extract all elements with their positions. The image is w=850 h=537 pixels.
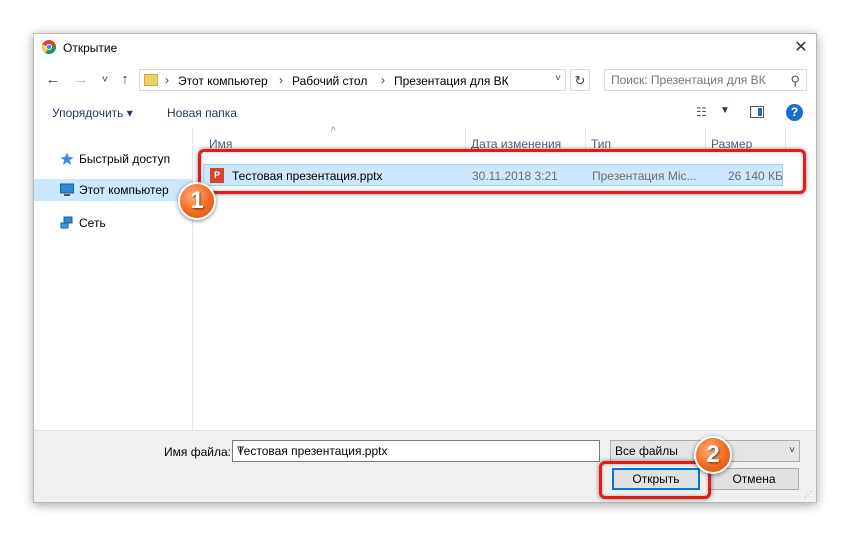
resize-grip-icon[interactable]: ⋰ [804,490,814,500]
chrome-icon [42,40,56,54]
view-options-icon[interactable]: ☷ [696,105,712,119]
star-icon [60,152,74,165]
sidebar-item-label: Этот компьютер [79,183,169,197]
search-box[interactable]: ⚲ [604,69,807,91]
breadcrumb-presentation-folder[interactable]: Презентация для ВК [394,74,509,88]
highlight-file-row [198,149,806,194]
folder-icon [144,74,158,86]
chevron-right-icon: › [165,73,169,87]
chevron-down-icon[interactable]: ˅ [789,445,795,456]
open-file-dialog: Открытие ✕ ← → ˅ ↑ › Этот компьютер › Ра… [33,33,817,503]
sidebar-item-network[interactable]: Сеть [34,212,192,234]
step-1-badge: 1 [178,182,216,220]
preview-pane-icon[interactable] [750,106,764,118]
sidebar-item-quick-access[interactable]: Быстрый доступ [34,148,192,170]
address-bar[interactable]: › Этот компьютер › Рабочий стол › Презен… [139,69,566,91]
recent-locations-icon[interactable]: ˅ [96,70,114,90]
search-input[interactable] [611,72,781,88]
chevron-right-icon: › [279,73,283,87]
chevron-right-icon: › [381,73,385,87]
highlight-open-button [599,461,711,499]
organize-button[interactable]: Упорядочить ▾ [52,106,133,120]
forward-icon[interactable]: → [72,70,90,90]
sidebar-item-this-pc[interactable]: Этот компьютер [34,179,192,201]
filename-label: Имя файла: [164,445,231,459]
step-2-badge: 2 [694,436,732,474]
filter-value: Все файлы [615,444,678,458]
command-toolbar: Упорядочить ▾ Новая папка ☷ ▼ ? [34,100,816,128]
back-icon[interactable]: ← [44,70,62,90]
navigation-pane: Быстрый доступ Этот компьютер Сеть [34,128,193,430]
network-icon [60,216,73,229]
search-icon[interactable]: ⚲ [790,73,800,89]
sidebar-item-label: Сеть [79,216,106,230]
close-button[interactable]: ✕ [786,34,816,62]
help-icon[interactable]: ? [786,104,803,121]
breadcrumb-this-pc[interactable]: Этот компьютер [178,74,268,88]
window-title: Открытие [63,41,118,55]
title-bar: Открытие ✕ [34,34,816,62]
new-folder-button[interactable]: Новая папка [167,106,237,120]
refresh-icon[interactable]: ↻ [570,69,590,91]
up-folder-icon[interactable]: ↑ [116,70,134,90]
chevron-down-icon[interactable]: ▼ [720,105,730,116]
filename-input[interactable]: Тестовая презентация.pptx ˅ [232,440,600,462]
chevron-down-icon[interactable]: ˅ [555,73,561,84]
breadcrumb-desktop[interactable]: Рабочий стол [292,74,367,88]
sidebar-item-label: Быстрый доступ [79,152,171,166]
chevron-down-icon[interactable]: ˅ [237,444,595,458]
computer-icon [60,183,74,196]
navigation-bar: ← → ˅ ↑ › Этот компьютер › Рабочий стол … [34,64,816,98]
